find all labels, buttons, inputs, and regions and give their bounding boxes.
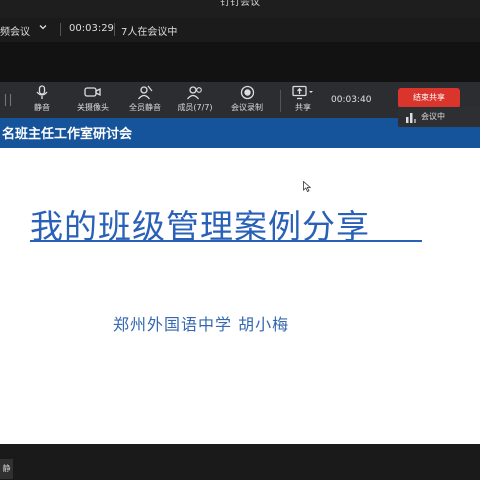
signal-icon <box>406 111 416 123</box>
divider <box>60 23 61 36</box>
mute-all-icon <box>127 85 163 100</box>
participant-count: 7人在会议中 <box>121 27 178 38</box>
app-title: 钉钉会议 <box>220 0 260 8</box>
record-button[interactable]: 会议录制 <box>229 85 265 117</box>
mute-button[interactable]: 静音 <box>30 85 54 117</box>
members-button[interactable]: 成员(7/7) <box>177 85 213 117</box>
microphone-icon <box>30 85 54 100</box>
divider <box>114 23 115 36</box>
mute-label: 静音 <box>34 103 50 112</box>
share-duration: 00:03:40 <box>331 95 372 105</box>
drag-handle-icon[interactable] <box>5 94 11 106</box>
divider <box>280 90 281 112</box>
members-icon <box>177 85 213 100</box>
share-button[interactable]: 共享 <box>290 85 316 117</box>
camera-icon <box>75 85 111 100</box>
meeting-topbar: 频会议 00:03:29 7人在会议中 <box>0 18 480 42</box>
meeting-status-label: 会议中 <box>421 112 445 121</box>
slide-author: 郑州外国语中学 胡小梅 <box>113 315 290 334</box>
chevron-down-icon[interactable] <box>38 22 48 35</box>
camera-label: 关摄像头 <box>77 103 109 112</box>
record-label: 会议录制 <box>231 103 263 112</box>
title-underline <box>30 240 422 242</box>
bottom-tag[interactable]: 静 <box>0 459 13 479</box>
record-icon <box>229 85 265 100</box>
share-label: 共享 <box>295 103 311 112</box>
shared-slide: 我的班级管理案例分享 郑州外国语中学 胡小梅 <box>0 148 480 444</box>
end-share-button[interactable]: 结束共享 <box>398 88 460 108</box>
meeting-duration: 00:03:29 <box>69 23 114 34</box>
meeting-status-badge[interactable]: 会议中 <box>398 107 480 127</box>
camera-off-button[interactable]: 关摄像头 <box>75 85 111 117</box>
mute-all-button[interactable]: 全员静音 <box>127 85 163 117</box>
meeting-label[interactable]: 频会议 <box>0 23 30 38</box>
share-screen-icon <box>290 85 316 100</box>
window-gap <box>0 42 480 82</box>
mute-all-label: 全员静音 <box>129 103 161 112</box>
members-label: 成员(7/7) <box>177 103 213 112</box>
bottom-bar: 静 <box>0 444 480 480</box>
slide-header-title: 名班主任工作室研讨会 <box>2 127 133 142</box>
mouse-cursor-icon <box>303 177 312 196</box>
